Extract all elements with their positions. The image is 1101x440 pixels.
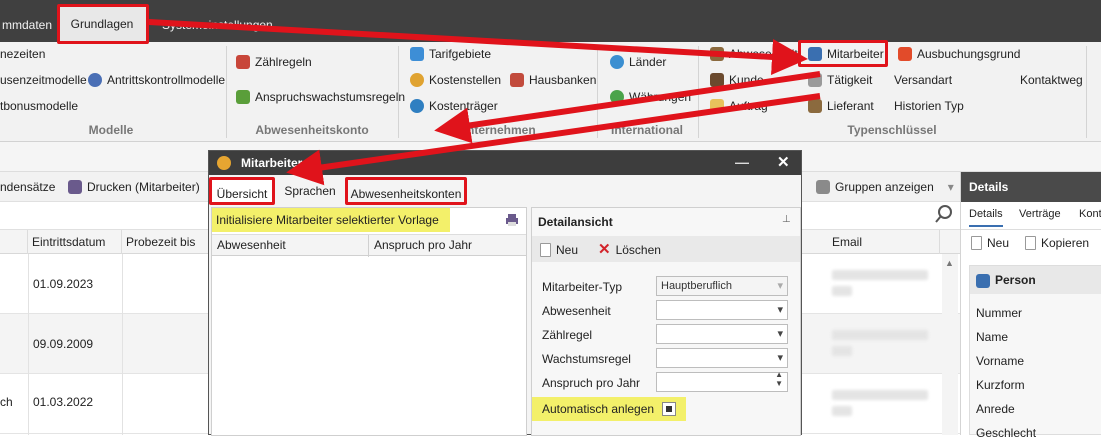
annotation-arrows	[148, 19, 821, 186]
arrow-to-dialog	[286, 93, 821, 186]
arrow-grundlagen-to-mitarbeiter	[148, 19, 808, 75]
